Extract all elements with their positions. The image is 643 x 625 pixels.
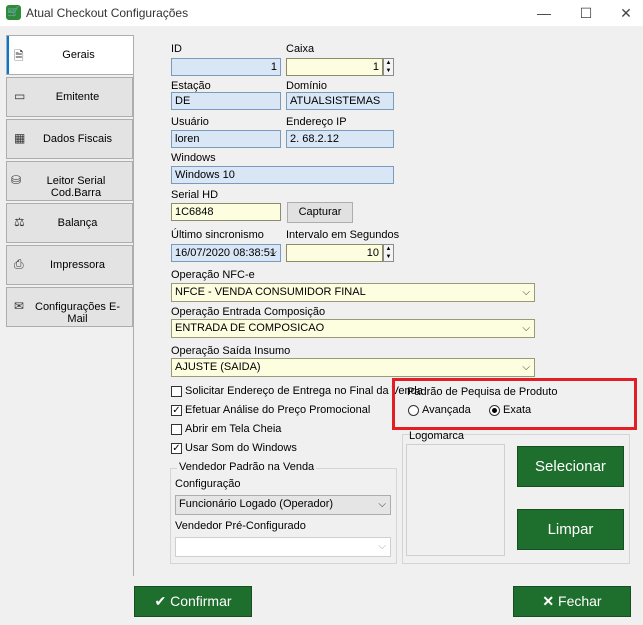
title-bar: 🛒 Atual Checkout Configurações — ☐ ✕	[0, 0, 643, 26]
limpar-button[interactable]: Limpar	[517, 509, 624, 550]
exata-label: Exata	[503, 404, 532, 416]
configuracao-value: Funcionário Logado (Operador)	[179, 498, 334, 510]
ip-label: Endereço IP	[286, 116, 347, 128]
windows-field[interactable]: Windows 10	[171, 166, 394, 184]
maximize-button[interactable]: ☐	[572, 3, 600, 23]
intervalo-label: Intervalo em Segundos	[286, 229, 400, 241]
intervalo-field[interactable]: 10	[286, 244, 383, 262]
dominio-field[interactable]: ATUALSISTEMAS	[286, 92, 394, 110]
app-cart-icon: 🛒	[6, 5, 21, 20]
tab-balanca[interactable]: ⚖ Balança	[6, 203, 133, 243]
barcode-reader-icon: ⛁	[11, 173, 22, 187]
caixa-label: Caixa	[286, 43, 315, 55]
windows-label: Windows	[171, 152, 216, 164]
solicitar-endereco-label: Solicitar Endereço de Entrega no Final d…	[185, 385, 423, 397]
tab-dados-fiscais[interactable]: ▦ Dados Fiscais	[6, 119, 133, 159]
logomarca-label: Logomarca	[409, 430, 465, 442]
ultimo-sincronismo-field[interactable]: 16/07/2020 08:38:51 ⌵	[171, 244, 281, 262]
chevron-down-icon: ⌵	[522, 287, 530, 298]
dominio-label: Domínio	[286, 80, 327, 92]
ultimo-sincronismo-value: 16/07/2020 08:38:51	[175, 247, 276, 259]
entrada-label: Operação Entrada Composição	[171, 306, 326, 318]
exata-radio[interactable]	[489, 405, 500, 416]
confirmar-button[interactable]: ✔ Confirmar	[134, 586, 252, 617]
analise-preco-label: Efetuar Análise do Preço Promocional	[185, 404, 371, 416]
tab-emitente[interactable]: ▭ Emitente	[6, 77, 133, 117]
saida-label: Operação Saída Insumo	[171, 345, 291, 357]
padrao-pesquisa-title: Padrão de Pequisa de Produto	[407, 386, 558, 398]
tab-label: Balança	[57, 217, 98, 229]
som-windows-label: Usar Som do Windows	[185, 442, 297, 454]
id-field[interactable]: 1	[171, 58, 281, 76]
tab-email[interactable]: ✉ Configurações E-Mail	[6, 287, 133, 327]
som-windows-checkbox[interactable]: ✓	[171, 443, 182, 454]
email-icon: ✉	[14, 299, 25, 313]
card-icon: ▭	[14, 89, 26, 103]
caixa-field[interactable]: 1	[286, 58, 383, 76]
vendedor-pre-select[interactable]: ⌵	[175, 537, 391, 557]
serialhd-field[interactable]: 1C6848	[171, 203, 281, 221]
entrada-select[interactable]: ENTRADA DE COMPOSICAO ⌵	[171, 319, 535, 338]
nfce-select[interactable]: NFCE - VENDA CONSUMIDOR FINAL ⌵	[171, 283, 535, 302]
content-frame	[133, 36, 134, 576]
tab-leitor-serial[interactable]: ⛁ Leitor Serial Cod.Barra	[6, 161, 133, 201]
estacao-field[interactable]: DE	[171, 92, 281, 110]
entrada-value: ENTRADA DE COMPOSICAO	[175, 322, 325, 334]
avancada-label: Avançada	[422, 404, 471, 416]
ultimo-sincronismo-label: Último sincronismo	[171, 229, 264, 241]
estacao-label: Estação	[171, 80, 211, 92]
chevron-down-icon[interactable]: ⌵	[269, 245, 277, 261]
document-icon: 🗎	[14, 49, 24, 63]
tab-label: Leitor Serial Cod.Barra	[46, 175, 106, 199]
configuracao-select[interactable]: Funcionário Logado (Operador) ⌵	[175, 495, 391, 515]
tab-label: Gerais	[62, 49, 95, 61]
selecionar-button[interactable]: Selecionar	[517, 446, 624, 487]
avancada-radio[interactable]	[408, 405, 419, 416]
configuracao-label: Configuração	[175, 478, 241, 490]
analise-preco-checkbox[interactable]: ✓	[171, 405, 182, 416]
vendedor-group-title: Vendedor Padrão na Venda	[177, 461, 317, 473]
tela-cheia-label: Abrir em Tela Cheia	[185, 423, 282, 435]
usuario-label: Usuário	[171, 116, 209, 128]
checkmark-icon: ✔	[154, 593, 167, 609]
logomarca-image-area	[406, 444, 505, 556]
fechar-label: Fechar	[558, 593, 602, 609]
nfce-value: NFCE - VENDA CONSUMIDOR FINAL	[175, 286, 366, 298]
solicitar-endereco-checkbox[interactable]	[171, 386, 182, 397]
capturar-button[interactable]: Capturar	[287, 202, 353, 223]
scale-icon: ⚖	[14, 215, 25, 229]
chevron-down-icon: ⌵	[522, 323, 530, 334]
id-label: ID	[171, 43, 182, 55]
confirmar-label: Confirmar	[170, 593, 232, 609]
tab-label: Emitente	[55, 91, 100, 103]
fechar-button[interactable]: ✕ Fechar	[513, 586, 631, 617]
ip-field[interactable]: 2. 68.2.12	[286, 130, 394, 148]
usuario-field[interactable]: loren	[171, 130, 281, 148]
chevron-down-icon: ⌵	[378, 499, 386, 510]
caixa-spinner[interactable]: ▲ ▼	[383, 58, 394, 76]
intervalo-spinner[interactable]: ▲ ▼	[383, 244, 394, 262]
window-title: Atual Checkout Configurações	[26, 6, 189, 20]
close-x-icon: ✕	[542, 593, 555, 609]
printer-icon: ⎙	[14, 257, 24, 271]
serialhd-label: Serial HD	[171, 189, 219, 201]
vendedor-pre-label: Vendedor Pré-Configurado	[175, 520, 306, 532]
chevron-down-icon: ⌵	[522, 362, 530, 373]
tab-label: Impressora	[49, 259, 106, 271]
calculator-icon: ▦	[14, 131, 26, 145]
tab-label: Configurações E-Mail	[35, 301, 120, 325]
saida-select[interactable]: AJUSTE (SAIDA) ⌵	[171, 358, 535, 377]
tab-label: Dados Fiscais	[42, 133, 113, 145]
tab-gerais[interactable]: 🗎 Gerais	[6, 35, 134, 75]
nfce-label: Operação NFC-e	[171, 269, 255, 281]
tela-cheia-checkbox[interactable]	[171, 424, 182, 435]
close-window-button[interactable]: ✕	[612, 3, 640, 23]
chevron-down-icon: ⌵	[378, 541, 386, 552]
tab-impressora[interactable]: ⎙ Impressora	[6, 245, 133, 285]
saida-value: AJUSTE (SAIDA)	[175, 361, 261, 373]
minimize-button[interactable]: —	[530, 3, 558, 23]
